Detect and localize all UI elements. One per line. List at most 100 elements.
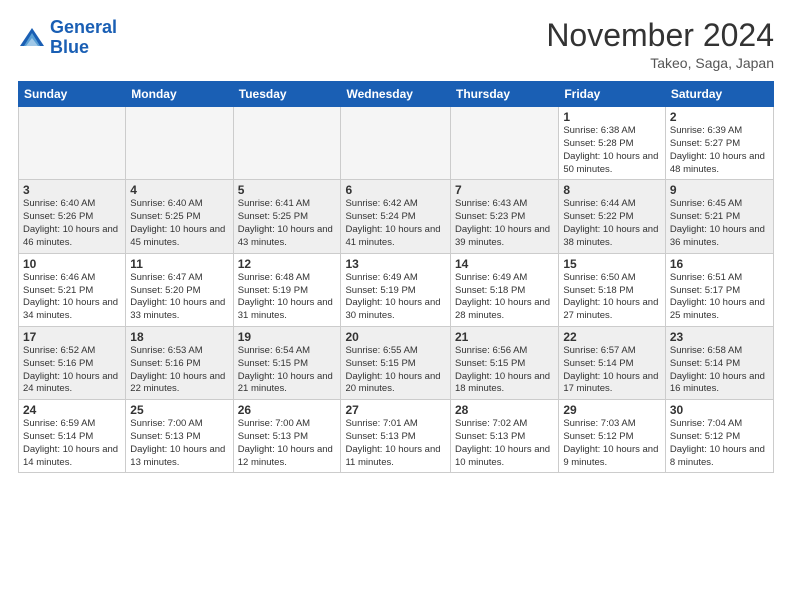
calendar-cell: 18Sunrise: 6:53 AM Sunset: 5:16 PM Dayli… xyxy=(126,326,233,399)
calendar-cell xyxy=(451,107,559,180)
day-info: Sunrise: 6:46 AM Sunset: 5:21 PM Dayligh… xyxy=(23,272,121,323)
calendar: SundayMondayTuesdayWednesdayThursdayFrid… xyxy=(18,81,774,473)
day-header: Saturday xyxy=(665,82,773,107)
calendar-cell: 26Sunrise: 7:00 AM Sunset: 5:13 PM Dayli… xyxy=(233,400,341,473)
day-number: 1 xyxy=(563,110,661,124)
day-info: Sunrise: 6:55 AM Sunset: 5:15 PM Dayligh… xyxy=(345,345,446,396)
day-number: 26 xyxy=(238,403,337,417)
day-number: 8 xyxy=(563,183,661,197)
day-number: 20 xyxy=(345,330,446,344)
calendar-cell: 9Sunrise: 6:45 AM Sunset: 5:21 PM Daylig… xyxy=(665,180,773,253)
day-info: Sunrise: 6:56 AM Sunset: 5:15 PM Dayligh… xyxy=(455,345,554,396)
calendar-cell: 28Sunrise: 7:02 AM Sunset: 5:13 PM Dayli… xyxy=(451,400,559,473)
calendar-cell: 12Sunrise: 6:48 AM Sunset: 5:19 PM Dayli… xyxy=(233,253,341,326)
calendar-cell: 14Sunrise: 6:49 AM Sunset: 5:18 PM Dayli… xyxy=(451,253,559,326)
day-number: 11 xyxy=(130,257,228,271)
day-info: Sunrise: 6:57 AM Sunset: 5:14 PM Dayligh… xyxy=(563,345,661,396)
calendar-cell: 5Sunrise: 6:41 AM Sunset: 5:25 PM Daylig… xyxy=(233,180,341,253)
day-number: 3 xyxy=(23,183,121,197)
day-header: Tuesday xyxy=(233,82,341,107)
calendar-cell: 10Sunrise: 6:46 AM Sunset: 5:21 PM Dayli… xyxy=(19,253,126,326)
day-number: 25 xyxy=(130,403,228,417)
day-number: 14 xyxy=(455,257,554,271)
calendar-cell: 4Sunrise: 6:40 AM Sunset: 5:25 PM Daylig… xyxy=(126,180,233,253)
day-info: Sunrise: 7:02 AM Sunset: 5:13 PM Dayligh… xyxy=(455,418,554,469)
day-number: 10 xyxy=(23,257,121,271)
calendar-cell: 6Sunrise: 6:42 AM Sunset: 5:24 PM Daylig… xyxy=(341,180,451,253)
day-number: 7 xyxy=(455,183,554,197)
calendar-cell: 8Sunrise: 6:44 AM Sunset: 5:22 PM Daylig… xyxy=(559,180,666,253)
day-info: Sunrise: 6:53 AM Sunset: 5:16 PM Dayligh… xyxy=(130,345,228,396)
day-number: 22 xyxy=(563,330,661,344)
calendar-cell: 7Sunrise: 6:43 AM Sunset: 5:23 PM Daylig… xyxy=(451,180,559,253)
day-info: Sunrise: 6:40 AM Sunset: 5:25 PM Dayligh… xyxy=(130,198,228,249)
day-number: 16 xyxy=(670,257,769,271)
day-info: Sunrise: 6:42 AM Sunset: 5:24 PM Dayligh… xyxy=(345,198,446,249)
day-info: Sunrise: 6:50 AM Sunset: 5:18 PM Dayligh… xyxy=(563,272,661,323)
day-info: Sunrise: 7:03 AM Sunset: 5:12 PM Dayligh… xyxy=(563,418,661,469)
header: General Blue November 2024 Takeo, Saga, … xyxy=(18,18,774,71)
logo-icon xyxy=(18,24,46,52)
day-header: Friday xyxy=(559,82,666,107)
month-title: November 2024 xyxy=(546,18,774,53)
day-info: Sunrise: 6:51 AM Sunset: 5:17 PM Dayligh… xyxy=(670,272,769,323)
day-number: 19 xyxy=(238,330,337,344)
day-number: 21 xyxy=(455,330,554,344)
calendar-cell: 2Sunrise: 6:39 AM Sunset: 5:27 PM Daylig… xyxy=(665,107,773,180)
day-info: Sunrise: 6:49 AM Sunset: 5:19 PM Dayligh… xyxy=(345,272,446,323)
day-header: Sunday xyxy=(19,82,126,107)
day-info: Sunrise: 6:47 AM Sunset: 5:20 PM Dayligh… xyxy=(130,272,228,323)
day-number: 23 xyxy=(670,330,769,344)
calendar-cell: 27Sunrise: 7:01 AM Sunset: 5:13 PM Dayli… xyxy=(341,400,451,473)
day-number: 9 xyxy=(670,183,769,197)
location: Takeo, Saga, Japan xyxy=(546,55,774,71)
day-info: Sunrise: 6:43 AM Sunset: 5:23 PM Dayligh… xyxy=(455,198,554,249)
day-info: Sunrise: 7:04 AM Sunset: 5:12 PM Dayligh… xyxy=(670,418,769,469)
day-info: Sunrise: 6:59 AM Sunset: 5:14 PM Dayligh… xyxy=(23,418,121,469)
calendar-row: 1Sunrise: 6:38 AM Sunset: 5:28 PM Daylig… xyxy=(19,107,774,180)
calendar-cell: 11Sunrise: 6:47 AM Sunset: 5:20 PM Dayli… xyxy=(126,253,233,326)
day-header: Thursday xyxy=(451,82,559,107)
day-info: Sunrise: 6:49 AM Sunset: 5:18 PM Dayligh… xyxy=(455,272,554,323)
day-header: Monday xyxy=(126,82,233,107)
calendar-row: 10Sunrise: 6:46 AM Sunset: 5:21 PM Dayli… xyxy=(19,253,774,326)
day-number: 6 xyxy=(345,183,446,197)
day-info: Sunrise: 6:52 AM Sunset: 5:16 PM Dayligh… xyxy=(23,345,121,396)
day-number: 4 xyxy=(130,183,228,197)
logo: General Blue xyxy=(18,18,117,58)
day-info: Sunrise: 7:01 AM Sunset: 5:13 PM Dayligh… xyxy=(345,418,446,469)
calendar-cell: 24Sunrise: 6:59 AM Sunset: 5:14 PM Dayli… xyxy=(19,400,126,473)
day-info: Sunrise: 6:48 AM Sunset: 5:19 PM Dayligh… xyxy=(238,272,337,323)
page: General Blue November 2024 Takeo, Saga, … xyxy=(0,0,792,612)
day-info: Sunrise: 6:39 AM Sunset: 5:27 PM Dayligh… xyxy=(670,125,769,176)
logo-text: General Blue xyxy=(50,18,117,58)
day-info: Sunrise: 6:58 AM Sunset: 5:14 PM Dayligh… xyxy=(670,345,769,396)
calendar-cell xyxy=(126,107,233,180)
day-info: Sunrise: 7:00 AM Sunset: 5:13 PM Dayligh… xyxy=(238,418,337,469)
calendar-cell: 1Sunrise: 6:38 AM Sunset: 5:28 PM Daylig… xyxy=(559,107,666,180)
calendar-row: 24Sunrise: 6:59 AM Sunset: 5:14 PM Dayli… xyxy=(19,400,774,473)
day-header-row: SundayMondayTuesdayWednesdayThursdayFrid… xyxy=(19,82,774,107)
day-number: 24 xyxy=(23,403,121,417)
logo-line2: Blue xyxy=(50,37,89,57)
day-header: Wednesday xyxy=(341,82,451,107)
day-number: 15 xyxy=(563,257,661,271)
day-info: Sunrise: 7:00 AM Sunset: 5:13 PM Dayligh… xyxy=(130,418,228,469)
day-info: Sunrise: 6:38 AM Sunset: 5:28 PM Dayligh… xyxy=(563,125,661,176)
calendar-cell xyxy=(19,107,126,180)
day-number: 17 xyxy=(23,330,121,344)
calendar-cell: 17Sunrise: 6:52 AM Sunset: 5:16 PM Dayli… xyxy=(19,326,126,399)
title-block: November 2024 Takeo, Saga, Japan xyxy=(546,18,774,71)
day-number: 27 xyxy=(345,403,446,417)
calendar-cell: 22Sunrise: 6:57 AM Sunset: 5:14 PM Dayli… xyxy=(559,326,666,399)
calendar-cell: 20Sunrise: 6:55 AM Sunset: 5:15 PM Dayli… xyxy=(341,326,451,399)
logo-line1: General xyxy=(50,17,117,37)
calendar-cell: 23Sunrise: 6:58 AM Sunset: 5:14 PM Dayli… xyxy=(665,326,773,399)
day-number: 18 xyxy=(130,330,228,344)
day-number: 13 xyxy=(345,257,446,271)
day-info: Sunrise: 6:45 AM Sunset: 5:21 PM Dayligh… xyxy=(670,198,769,249)
day-number: 5 xyxy=(238,183,337,197)
day-number: 12 xyxy=(238,257,337,271)
day-number: 30 xyxy=(670,403,769,417)
calendar-cell: 25Sunrise: 7:00 AM Sunset: 5:13 PM Dayli… xyxy=(126,400,233,473)
